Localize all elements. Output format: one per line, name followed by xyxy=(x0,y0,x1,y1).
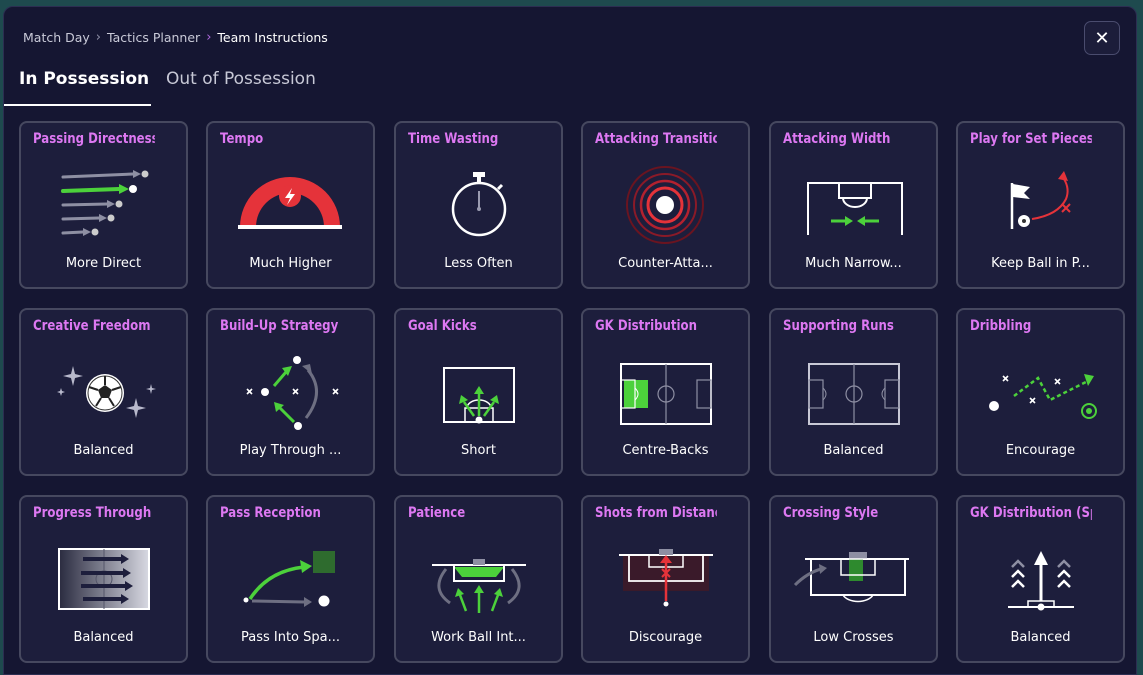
tab-bar: In Possession Out of Possession xyxy=(4,65,404,107)
card-value: Low Crosses xyxy=(813,630,894,645)
card-shots-from-distance[interactable]: Shots from Distance Discourage xyxy=(581,495,750,663)
tab-in-possession[interactable]: In Possession xyxy=(19,69,149,89)
card-progress-through[interactable]: Progress Through Balanced xyxy=(19,495,188,663)
card-gk-distribution[interactable]: GK Distribution Centre-Backs xyxy=(581,308,750,476)
card-title: Crossing Style xyxy=(783,505,879,521)
card-title: Creative Freedom xyxy=(33,318,151,334)
card-gk-distribution-speed[interactable]: GK Distribution (Speed Balanced xyxy=(956,495,1125,663)
card-attacking-width[interactable]: Attacking Width Much Narrow... xyxy=(769,121,938,289)
attacking-width-pitch-icon xyxy=(807,182,903,235)
card-title: Shots from Distance xyxy=(595,505,717,521)
card-title: Build-Up Strategy xyxy=(220,318,339,334)
card-value: Much Narrow... xyxy=(805,256,902,271)
breadcrumb-tactics-planner[interactable]: Tactics Planner xyxy=(107,30,200,45)
card-value: Keep Ball in P... xyxy=(991,256,1090,271)
breadcrumb-match-day[interactable]: Match Day xyxy=(23,30,90,45)
card-patience[interactable]: Patience Work Ball Int... xyxy=(394,495,563,663)
card-value: Balanced xyxy=(823,443,884,458)
tab-out-of-possession[interactable]: Out of Possession xyxy=(166,69,316,89)
card-title: Attacking Width xyxy=(783,131,891,147)
card-title: GK Distribution (Speed xyxy=(970,505,1092,521)
passing-arrows-icon xyxy=(61,170,149,236)
card-value: Short xyxy=(461,443,496,458)
card-creative-freedom[interactable]: Creative Freedom Balanced xyxy=(19,308,188,476)
card-pass-reception[interactable]: Pass Reception Pass Into Spa... xyxy=(206,495,375,663)
active-tab-indicator xyxy=(4,104,151,106)
card-value: Encourage xyxy=(1005,443,1076,458)
card-crossing-style[interactable]: Crossing Style Low Crosses xyxy=(769,495,938,663)
sparkle-ball-icon xyxy=(57,366,156,418)
card-title: GK Distribution xyxy=(595,318,698,334)
team-instructions-modal: Match Day › Tactics Planner › Team Instr… xyxy=(3,6,1137,675)
card-title: Supporting Runs xyxy=(783,318,894,334)
card-title: Passing Directness xyxy=(33,131,155,147)
crossing-style-icon xyxy=(793,552,909,603)
card-attacking-transition[interactable]: Attacking Transition Counter-Atta... xyxy=(581,121,750,289)
goal-kick-box-icon xyxy=(443,367,515,424)
card-title: Progress Through xyxy=(33,505,152,521)
patience-box-icon xyxy=(432,559,526,613)
card-goal-kicks[interactable]: Goal Kicks Short xyxy=(394,308,563,476)
gk-distribution-pitch-icon xyxy=(620,363,712,425)
card-value: Balanced xyxy=(1010,630,1071,645)
card-value: Pass Into Spa... xyxy=(240,630,341,645)
card-supporting-runs[interactable]: Supporting Runs Balanced xyxy=(769,308,938,476)
gk-speed-arrows-icon xyxy=(1008,551,1074,611)
card-title: Tempo xyxy=(220,131,264,147)
card-build-up-strategy[interactable]: Build-Up Strategy Play Through ... xyxy=(206,308,375,476)
shots-distance-icon xyxy=(619,549,713,607)
close-button[interactable]: ✕ xyxy=(1084,21,1120,55)
card-value: More Direct xyxy=(65,256,142,271)
card-title: Pass Reception xyxy=(220,505,321,521)
card-value: Play Through ... xyxy=(239,443,342,458)
breadcrumb-team-instructions: Team Instructions xyxy=(217,30,328,45)
card-title: Time Wasting xyxy=(408,131,499,147)
stopwatch-icon xyxy=(451,172,507,237)
tempo-gauge-icon xyxy=(238,177,342,229)
close-icon: ✕ xyxy=(1094,27,1110,49)
card-value: Less Often xyxy=(444,256,513,271)
card-passing-directness[interactable]: Passing Directness More Direct xyxy=(19,121,188,289)
card-dribbling[interactable]: Dribbling Encourage xyxy=(956,308,1125,476)
set-piece-flag-icon xyxy=(1010,171,1071,229)
card-value: Counter-Atta... xyxy=(618,256,713,271)
supporting-runs-pitch-icon xyxy=(808,363,900,425)
card-title: Play for Set Pieces xyxy=(970,131,1092,147)
card-title: Patience xyxy=(408,505,466,521)
card-value: Discourage xyxy=(628,630,703,645)
card-title: Attacking Transition xyxy=(595,131,717,147)
chevron-right-icon: › xyxy=(95,30,101,45)
dribbling-path-icon xyxy=(989,374,1097,419)
counter-attack-target-icon xyxy=(626,166,704,244)
card-value: Centre-Backs xyxy=(622,443,709,458)
breadcrumb: Match Day › Tactics Planner › Team Instr… xyxy=(23,30,328,45)
card-value: Much Higher xyxy=(249,256,332,271)
card-tempo[interactable]: Tempo Much Higher xyxy=(206,121,375,289)
card-value: Balanced xyxy=(73,630,134,645)
pass-reception-icon xyxy=(243,551,335,607)
card-title: Dribbling xyxy=(970,318,1032,334)
card-value: Balanced xyxy=(73,443,134,458)
card-play-for-set-pieces[interactable]: Play for Set Pieces Keep Ball in P... xyxy=(956,121,1125,289)
card-value: Work Ball Int... xyxy=(431,630,526,645)
build-up-arrows-icon xyxy=(246,356,339,430)
chevron-right-icon: › xyxy=(206,30,212,45)
progress-pitch-icon xyxy=(58,548,150,610)
card-title: Goal Kicks xyxy=(408,318,477,334)
card-time-wasting[interactable]: Time Wasting Less Often xyxy=(394,121,563,289)
